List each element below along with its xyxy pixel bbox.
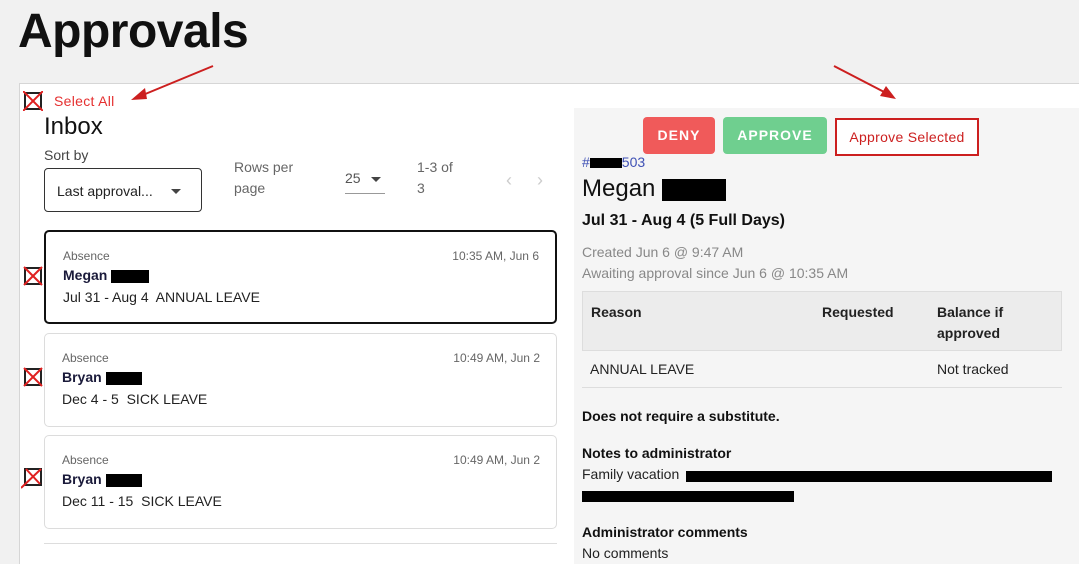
- page-title: Approvals: [18, 5, 249, 58]
- approvals-panel: Select All Inbox Sort by Last approval..…: [19, 83, 1079, 564]
- table-header: Reason Requested Balance if approved: [582, 291, 1062, 351]
- approve-button[interactable]: APPROVE: [723, 117, 827, 154]
- requester-name: Bryan: [62, 369, 142, 385]
- request-dates: Jul 31 - Aug 4 ANNUAL LEAVE: [63, 289, 260, 305]
- item-checkbox[interactable]: [23, 367, 43, 387]
- requester-name: Bryan: [62, 471, 142, 487]
- inbox-panel: Select All Inbox Sort by Last approval..…: [20, 84, 573, 564]
- request-name: Megan: [582, 175, 727, 203]
- rows-per-page-value: 25: [345, 170, 361, 186]
- request-type: Absence: [62, 453, 109, 467]
- rows-per-page-select[interactable]: 25: [345, 168, 385, 194]
- admin-comments-text: No comments: [582, 545, 669, 561]
- request-date-range: Jul 31 - Aug 4 (5 Full Days): [582, 212, 786, 229]
- request-type: Absence: [63, 249, 110, 263]
- request-time: 10:35 AM, Jun 6: [452, 249, 539, 263]
- request-dates: Dec 4 - 5 SICK LEAVE: [62, 391, 208, 407]
- table-cell: Not tracked: [937, 361, 1009, 377]
- request-detail-panel: DENY APPROVE Approve Selected #503 Megan…: [574, 108, 1079, 564]
- awaiting-since: Awaiting approval since Jun 6 @ 10:35 AM: [582, 265, 849, 281]
- balance-table: Reason Requested Balance if approved ANN…: [582, 291, 1062, 388]
- redaction-box: [582, 491, 794, 502]
- substitute-note: Does not require a substitute.: [582, 408, 780, 424]
- admin-comments-label: Administrator comments: [582, 524, 748, 540]
- request-card[interactable]: Absence 10:35 AM, Jun 6 Megan Jul 31 - A…: [44, 230, 557, 324]
- sort-label: Sort by: [44, 147, 89, 163]
- notes-label: Notes to administrator: [582, 445, 732, 461]
- requester-name: Megan: [63, 267, 150, 283]
- column-header: Balance if approved: [937, 304, 1004, 341]
- chevron-down-icon: [171, 189, 181, 194]
- sort-value: Last approval...: [57, 183, 153, 199]
- request-card[interactable]: Absence 10:49 AM, Jun 2 Bryan Dec 4 - 5 …: [44, 333, 557, 427]
- column-header: Requested: [822, 304, 894, 320]
- inbox-title: Inbox: [44, 113, 103, 140]
- select-all-checkbox[interactable]: [23, 91, 43, 111]
- item-checkbox[interactable]: [21, 467, 43, 489]
- table-row: ANNUAL LEAVE Not tracked: [582, 351, 1062, 388]
- chevron-down-icon: [371, 177, 381, 182]
- column-header: Reason: [591, 304, 642, 320]
- request-time: 10:49 AM, Jun 2: [453, 453, 540, 467]
- table-cell: ANNUAL LEAVE: [590, 361, 695, 377]
- pagination-range: 1-3 of 3: [417, 159, 453, 196]
- redaction-box: [111, 269, 150, 283]
- request-dates: Dec 11 - 15 SICK LEAVE: [62, 493, 222, 509]
- approve-selected-button[interactable]: Approve Selected: [835, 118, 979, 156]
- redaction-box: [105, 473, 142, 487]
- item-checkbox[interactable]: [23, 266, 43, 286]
- chevron-left-icon[interactable]: ‹: [506, 170, 512, 191]
- rows-per-page-label: Rows per page: [234, 159, 294, 196]
- notes-text: Family vacation: [582, 466, 680, 482]
- request-card[interactable]: Absence 10:49 AM, Jun 2 Bryan Dec 11 - 1…: [44, 435, 557, 529]
- request-id[interactable]: #503: [582, 154, 645, 170]
- created-date: Created Jun 6 @ 9:47 AM: [582, 244, 744, 260]
- request-type: Absence: [62, 351, 109, 365]
- redaction-box: [662, 178, 727, 201]
- redaction-box: [589, 158, 622, 169]
- redaction-box: [686, 471, 1052, 482]
- redaction-box: [105, 371, 142, 385]
- deny-button[interactable]: DENY: [643, 117, 715, 154]
- chevron-right-icon[interactable]: ›: [537, 170, 543, 191]
- request-time: 10:49 AM, Jun 2: [453, 351, 540, 365]
- select-all-label[interactable]: Select All: [54, 93, 115, 109]
- sort-select[interactable]: Last approval...: [44, 168, 202, 212]
- divider: [44, 543, 557, 544]
